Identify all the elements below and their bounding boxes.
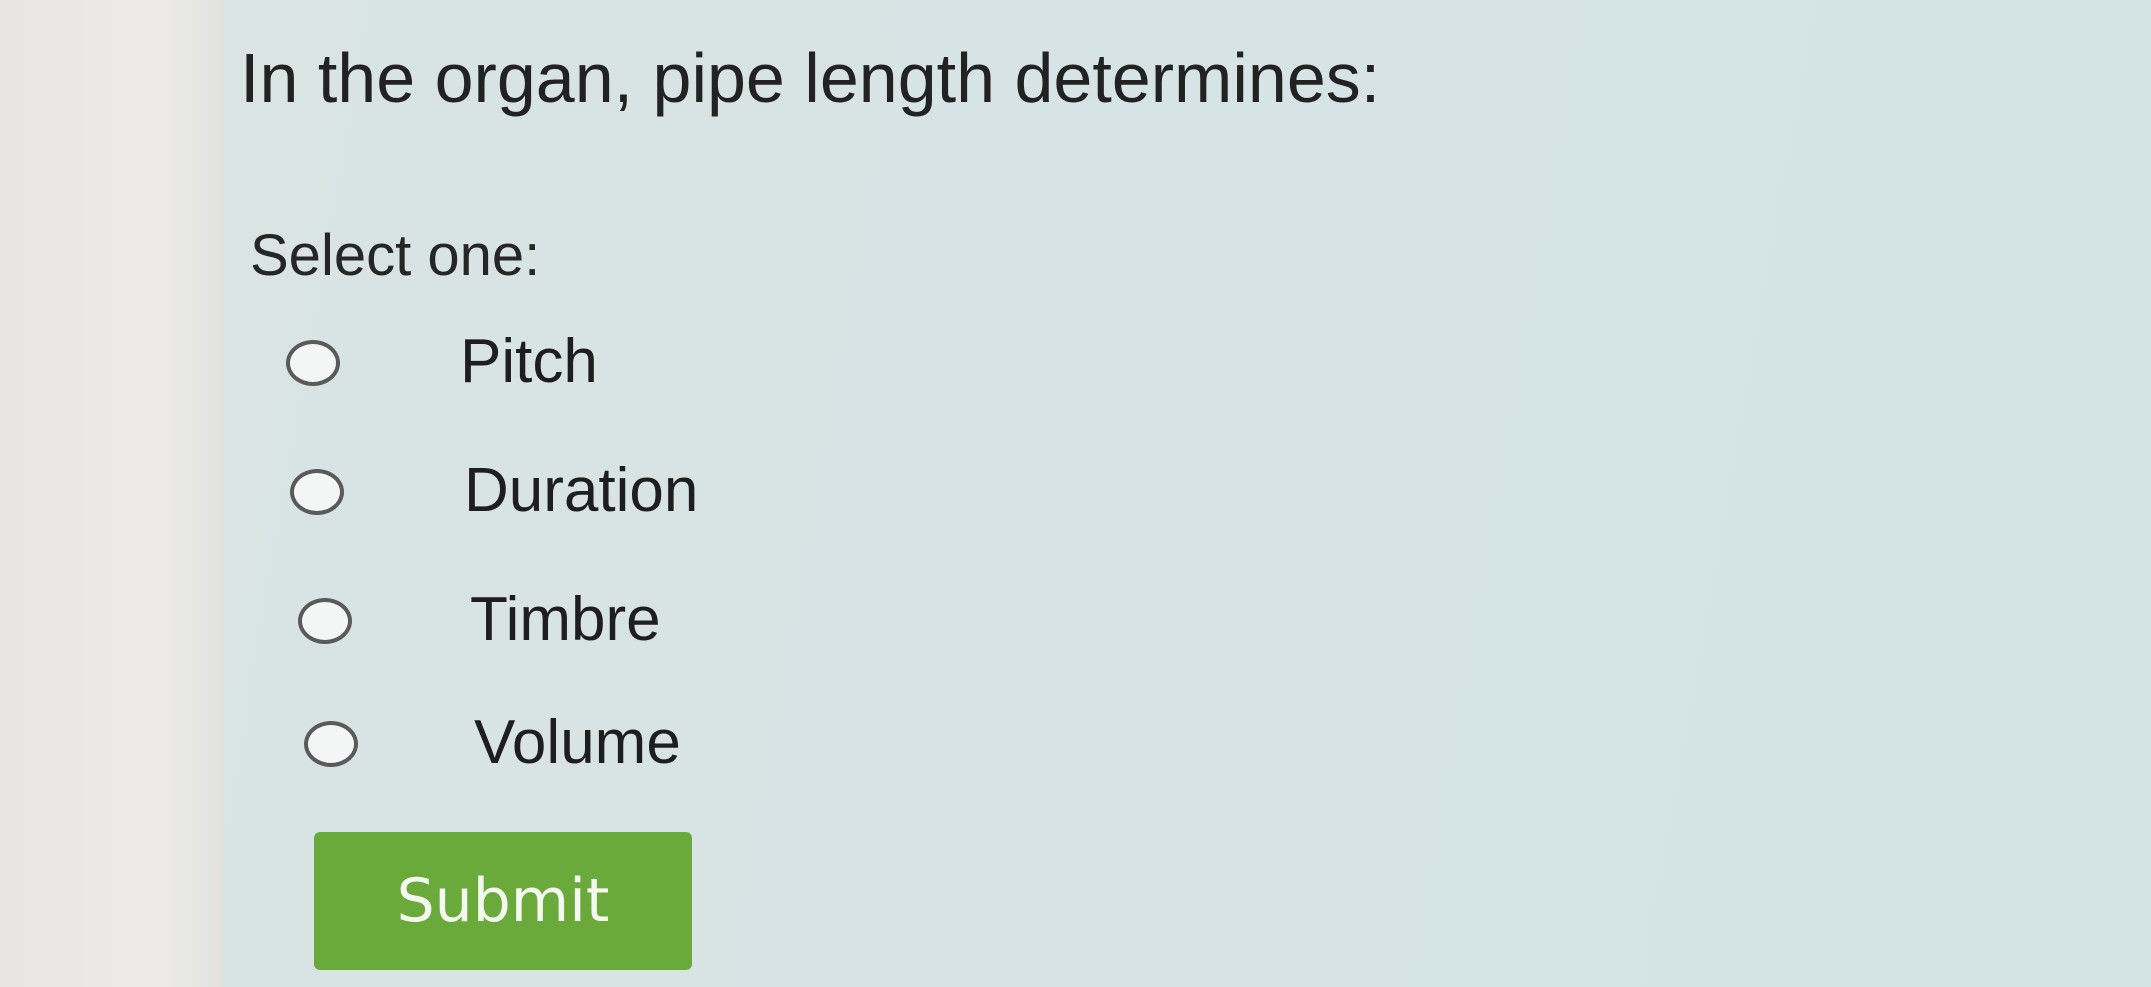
answer-option-pitch[interactable]: Pitch xyxy=(286,326,906,416)
radio-button-timbre[interactable] xyxy=(298,598,352,644)
radio-button-pitch[interactable] xyxy=(286,340,340,386)
submit-button[interactable]: Submit xyxy=(314,832,692,970)
answer-label-timbre[interactable]: Timbre xyxy=(470,584,661,655)
answer-option-timbre[interactable]: Timbre xyxy=(298,584,918,674)
radio-button-volume[interactable] xyxy=(304,721,358,767)
answer-label-volume[interactable]: Volume xyxy=(474,707,681,778)
question-text: In the organ, pipe length determines: xyxy=(240,39,1381,117)
left-margin xyxy=(0,0,224,987)
answer-option-duration[interactable]: Duration xyxy=(290,455,910,545)
answer-label-pitch[interactable]: Pitch xyxy=(460,326,598,397)
radio-button-duration[interactable] xyxy=(290,469,344,515)
answer-label-duration[interactable]: Duration xyxy=(464,455,698,526)
answer-option-volume[interactable]: Volume xyxy=(304,707,924,797)
select-one-prompt: Select one: xyxy=(250,223,541,288)
